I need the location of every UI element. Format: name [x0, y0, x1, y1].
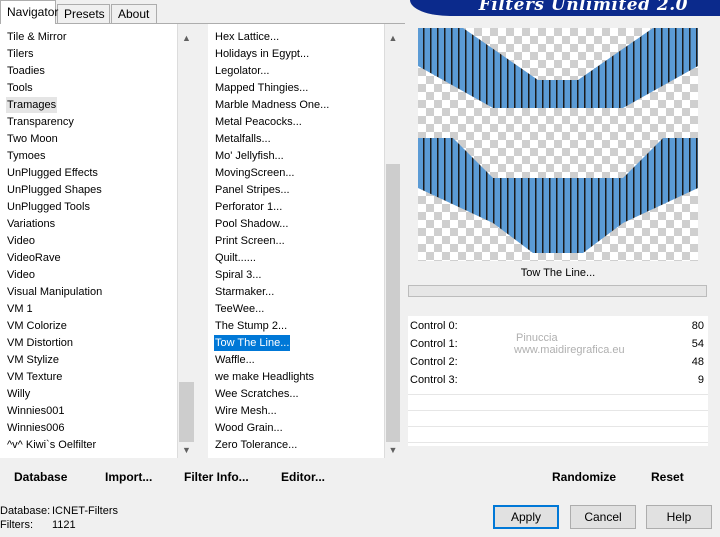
- control-label: Control 1:: [410, 338, 458, 350]
- control-value: 48: [691, 356, 704, 368]
- list-item[interactable]: Two Moon: [6, 131, 59, 147]
- list-item[interactable]: ^v^ Kiwi`s Oelfilter: [6, 437, 97, 453]
- filters-count: 1121: [52, 519, 76, 531]
- list-item[interactable]: Tow The Line...: [214, 335, 291, 351]
- randomize-button[interactable]: Randomize: [552, 469, 616, 485]
- scroll-down-icon[interactable]: ▼: [385, 442, 401, 458]
- list-item[interactable]: Tilers: [6, 46, 34, 62]
- list-item[interactable]: Zero Tolerance...: [214, 437, 298, 453]
- list-item[interactable]: Waffle...: [214, 352, 256, 368]
- tab-navigator[interactable]: Navigator: [0, 0, 58, 24]
- watermark: Pinuccia www.maidiregrafica.eu: [470, 332, 625, 356]
- list-item[interactable]: Wire Mesh...: [214, 403, 278, 419]
- list-item[interactable]: Transparency: [6, 114, 75, 130]
- list-item[interactable]: VM Colorize: [6, 318, 68, 334]
- list-item[interactable]: UnPlugged Effects: [6, 165, 99, 181]
- list-item[interactable]: Panel Stripes...: [214, 182, 291, 198]
- reset-button[interactable]: Reset: [651, 469, 684, 485]
- scroll-up-icon[interactable]: ▲: [385, 30, 401, 46]
- cancel-button[interactable]: Cancel: [570, 505, 636, 529]
- filter-info-button[interactable]: Filter Info...: [184, 469, 249, 485]
- list-item[interactable]: Hex Lattice...: [214, 29, 280, 45]
- tab-presets[interactable]: Presets: [57, 4, 110, 23]
- list-item[interactable]: Winnies006: [6, 420, 65, 436]
- list-item[interactable]: Tymoes: [6, 148, 47, 164]
- tab-bar: Navigator Presets About: [0, 0, 400, 24]
- filter-list[interactable]: Hex Lattice... Holidays in Egypt... Legola…: [208, 24, 385, 458]
- list-item[interactable]: Metalfalls...: [214, 131, 272, 147]
- scroll-thumb[interactable]: [179, 382, 194, 442]
- list-item[interactable]: Legolator...: [214, 63, 270, 79]
- database-label: Database:: [0, 505, 51, 517]
- list-item[interactable]: Mo' Jellyfish...: [214, 148, 285, 164]
- list-item[interactable]: VM Distortion: [6, 335, 74, 351]
- watermark-url: www.maidiregrafica.eu: [514, 344, 625, 356]
- list-item[interactable]: Wood Grain...: [214, 420, 284, 436]
- filter-scrollbar[interactable]: ▲ ▼: [385, 24, 401, 458]
- category-list[interactable]: Tile & Mirror Tilers Toadies Tools Tramages T…: [0, 24, 178, 458]
- list-item[interactable]: Wee Scratches...: [214, 386, 300, 402]
- list-item[interactable]: Visual Manipulation: [6, 284, 103, 300]
- list-item[interactable]: VM Stylize: [6, 352, 60, 368]
- list-item[interactable]: Spiral 3...: [214, 267, 262, 283]
- selected-filter-name: Tow The Line...: [520, 267, 596, 279]
- control-value: 9: [697, 374, 704, 386]
- scroll-up-icon[interactable]: ▲: [178, 30, 195, 46]
- list-item[interactable]: UnPlugged Tools: [6, 199, 91, 215]
- control-label: Control 3:: [410, 374, 458, 386]
- list-item[interactable]: Holidays in Egypt...: [214, 46, 310, 62]
- category-scrollbar[interactable]: ▲ ▼: [178, 24, 195, 458]
- editor-button[interactable]: Editor...: [281, 469, 325, 485]
- scroll-thumb[interactable]: [386, 164, 400, 442]
- list-item[interactable]: we make Headlights: [214, 369, 315, 385]
- list-item[interactable]: Tools: [6, 80, 34, 96]
- list-item[interactable]: Mapped Thingies...: [214, 80, 309, 96]
- list-item[interactable]: Tramages: [6, 97, 58, 113]
- control-row[interactable]: Control 3: 9: [408, 371, 708, 389]
- list-item[interactable]: Metal Peacocks...: [214, 114, 303, 130]
- list-item[interactable]: Marble Madness One...: [214, 97, 330, 113]
- watermark-name: Pinuccia: [516, 332, 558, 344]
- list-item[interactable]: Starmaker...: [214, 284, 275, 300]
- scroll-down-icon[interactable]: ▼: [178, 442, 195, 458]
- list-item[interactable]: Quilt......: [214, 250, 257, 266]
- tab-about[interactable]: About: [111, 4, 157, 23]
- list-item[interactable]: VM Texture: [6, 369, 63, 385]
- control-value: 54: [691, 338, 704, 350]
- list-item[interactable]: UnPlugged Shapes: [6, 182, 103, 198]
- logo-banner: Filters Unlimited 2.0: [410, 0, 720, 16]
- list-item[interactable]: Video: [6, 233, 36, 249]
- apply-button[interactable]: Apply: [493, 505, 559, 529]
- list-item[interactable]: Perforator 1...: [214, 199, 283, 215]
- list-item[interactable]: Willy: [6, 386, 31, 402]
- control-value: 80: [691, 320, 704, 332]
- list-item[interactable]: Print Screen...: [214, 233, 286, 249]
- logo-text: Filters Unlimited 2.0: [478, 0, 688, 15]
- list-item[interactable]: VM 1: [6, 301, 34, 317]
- list-item[interactable]: Tile & Mirror: [6, 29, 67, 45]
- list-item[interactable]: Toadies: [6, 63, 46, 79]
- list-item[interactable]: MovingScreen...: [214, 165, 295, 181]
- database-button[interactable]: Database: [14, 469, 67, 485]
- control-label: Control 0:: [410, 320, 458, 332]
- filters-label: Filters:: [0, 519, 33, 531]
- preview-image: [418, 28, 698, 261]
- help-button[interactable]: Help: [646, 505, 712, 529]
- import-button[interactable]: Import...: [105, 469, 152, 485]
- list-item[interactable]: The Stump 2...: [214, 318, 288, 334]
- control-label: Control 2:: [410, 356, 458, 368]
- list-item[interactable]: Variations: [6, 216, 56, 232]
- list-item[interactable]: VideoRave: [6, 250, 62, 266]
- list-item[interactable]: TeeWee...: [214, 301, 265, 317]
- database-value: ICNET-Filters: [52, 505, 118, 517]
- list-item[interactable]: Video: [6, 267, 36, 283]
- progress-bar: [408, 285, 707, 297]
- list-item[interactable]: Pool Shadow...: [214, 216, 289, 232]
- list-item[interactable]: Winnies001: [6, 403, 65, 419]
